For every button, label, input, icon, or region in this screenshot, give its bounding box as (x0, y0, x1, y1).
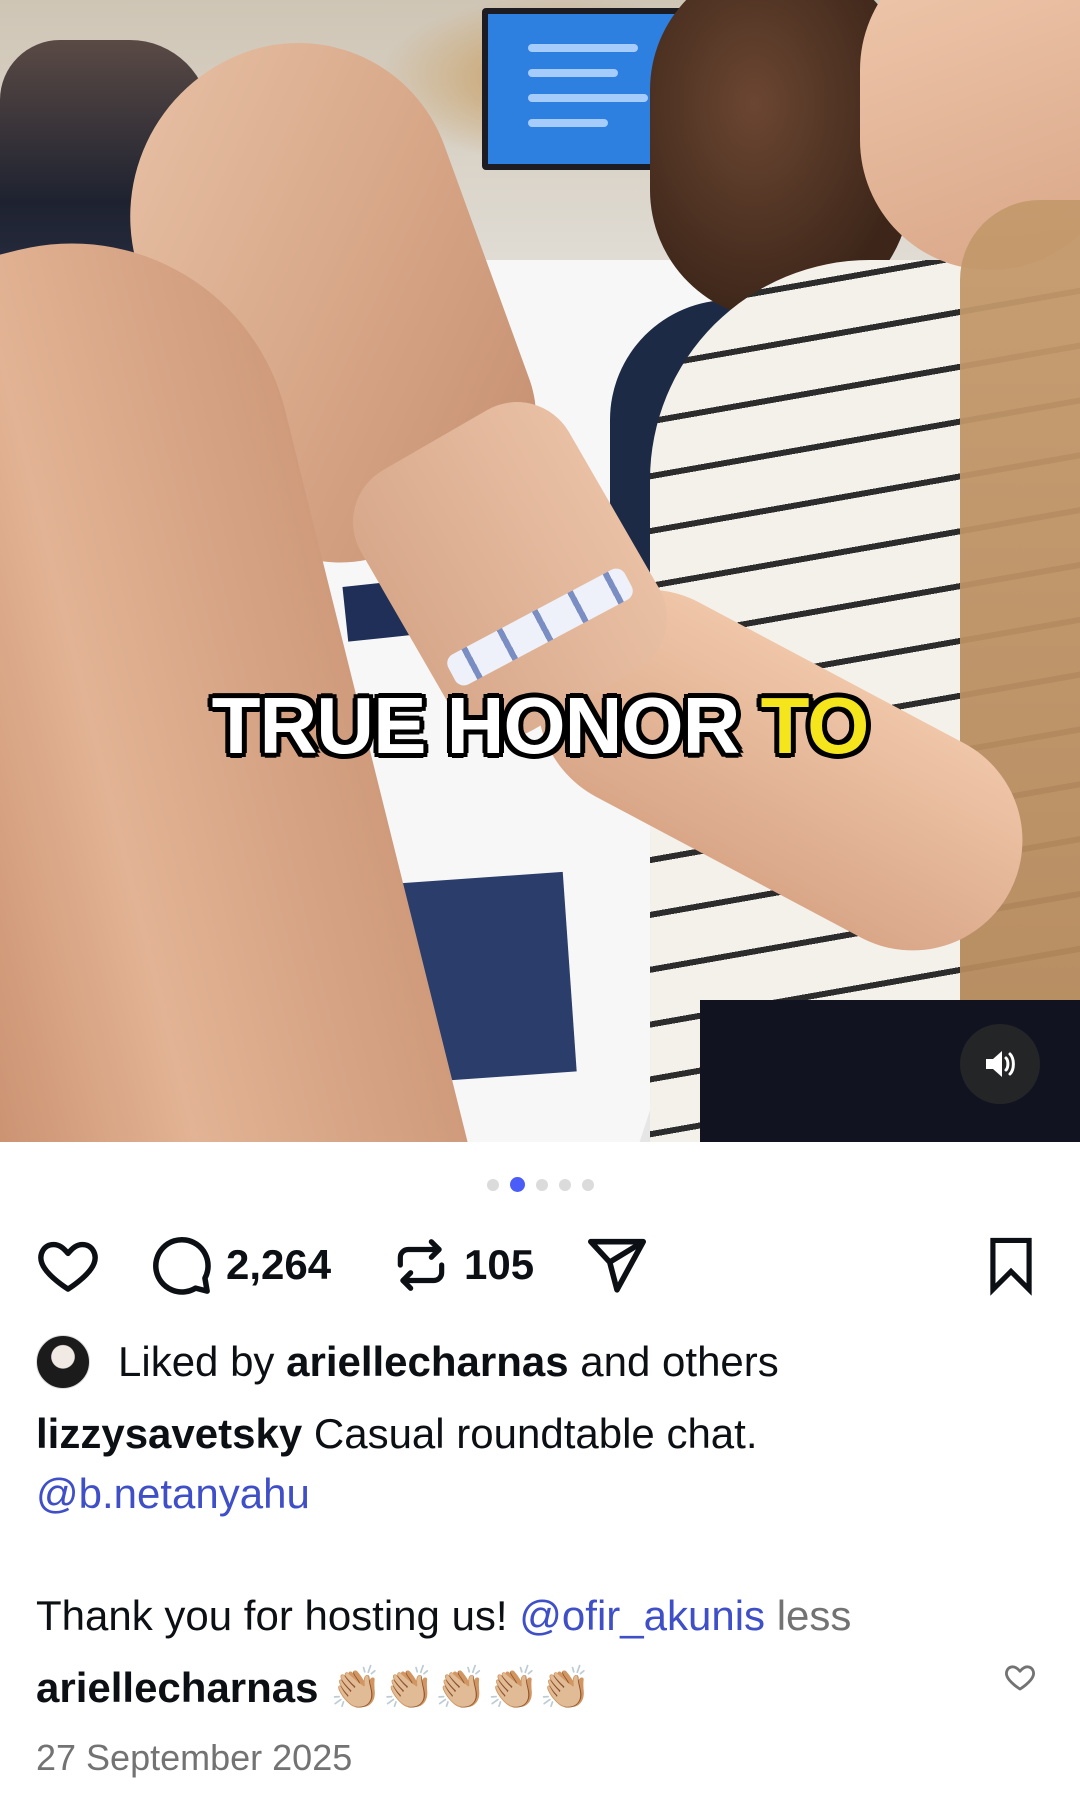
like-button[interactable] (34, 1228, 102, 1302)
comment-icon (153, 1236, 211, 1295)
action-bar: 2,264 105 (0, 1228, 1080, 1302)
repost-button[interactable]: 105 (390, 1228, 534, 1302)
post-video[interactable]: TRUE HONOR TO (0, 0, 1080, 1142)
woman-hair (960, 200, 1080, 1100)
audio-toggle-button[interactable] (960, 1024, 1040, 1104)
share-button[interactable] (582, 1228, 652, 1302)
caption-line: Thank you for hosting us! @ofir_akunis l… (36, 1588, 851, 1644)
send-icon (587, 1238, 647, 1293)
liked-by[interactable]: Liked by ariellecharnas and others (36, 1334, 779, 1390)
mention-link[interactable]: @b.netanyahu (36, 1470, 310, 1517)
comment-user[interactable]: ariellecharnas (36, 1664, 319, 1711)
caption-line: @b.netanyahu (36, 1466, 310, 1522)
repost-count: 105 (464, 1241, 535, 1288)
comment-line: ariellecharnas 👏🏼👏🏼👏🏼👏🏼👏🏼 (36, 1660, 592, 1716)
liked-by-suffix[interactable]: and others (580, 1338, 778, 1386)
video-caption: TRUE HONOR TO (0, 680, 1080, 772)
comment-like-button[interactable] (1003, 1660, 1037, 1694)
volume-icon (986, 1051, 1015, 1077)
less-link[interactable]: less (777, 1592, 852, 1639)
liked-by-user[interactable]: ariellecharnas (286, 1338, 569, 1386)
caption-text: Casual roundtable chat. (313, 1410, 758, 1457)
heart-icon (1005, 1665, 1035, 1691)
repost-icon (397, 1239, 445, 1291)
save-button[interactable] (980, 1228, 1042, 1302)
bookmark-icon (990, 1237, 1032, 1296)
carousel-dot (535, 1178, 548, 1191)
heart-icon (38, 1241, 98, 1292)
mention-link[interactable]: @ofir_akunis (519, 1592, 765, 1639)
comment-text: 👏🏼👏🏼👏🏼👏🏼👏🏼 (330, 1664, 592, 1711)
caption-author[interactable]: lizzysavetsky (36, 1410, 302, 1457)
carousel-dot (486, 1178, 499, 1191)
avatar[interactable] (36, 1335, 90, 1389)
comment-button[interactable]: 2,264 (148, 1228, 331, 1302)
carousel-dot-active (509, 1177, 525, 1192)
liked-by-prefix: Liked by (118, 1338, 275, 1385)
caption-line: lizzysavetsky Casual roundtable chat. (36, 1406, 758, 1462)
carousel-dot (558, 1178, 571, 1191)
video-caption-white: TRUE HONOR (211, 681, 741, 770)
carousel-indicator (0, 1177, 1080, 1192)
video-caption-highlight: TO (760, 681, 870, 770)
carousel-dot (581, 1178, 594, 1191)
comment-count: 2,264 (226, 1241, 332, 1288)
caption-text-2: Thank you for hosting us! (36, 1592, 508, 1639)
post-date: 27 September 2025 (36, 1737, 353, 1778)
